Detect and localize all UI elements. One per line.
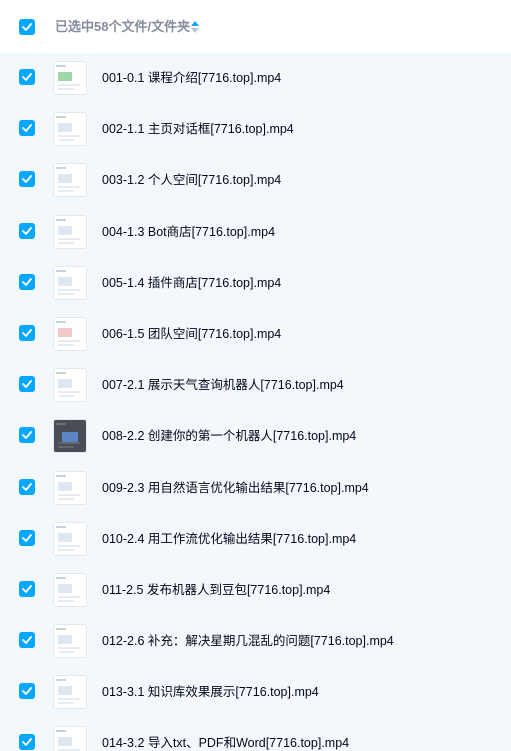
file-name[interactable]: 010-2.4 用工作流优化输出结果[7716.top].mp4 — [102, 531, 356, 547]
file-checkbox[interactable] — [19, 580, 35, 597]
file-row[interactable]: 007-2.1 展示天气查询机器人[7716.top].mp4 — [0, 360, 511, 411]
file-list-panel: 已选中58个文件/文件夹 001-0.1 课程介绍[7716.top].mp4 0… — [0, 0, 511, 751]
check-icon — [22, 431, 32, 440]
file-row[interactable]: 005-1.4 插件商店[7716.top].mp4 — [0, 258, 511, 309]
file-checkbox[interactable] — [19, 734, 35, 751]
check-icon — [22, 482, 32, 491]
video-thumbnail[interactable] — [54, 317, 86, 350]
file-name[interactable]: 014-3.2 导入txt、PDF和Word[7716.top].mp4 — [102, 735, 349, 751]
selection-header: 已选中58个文件/文件夹 — [0, 0, 511, 53]
file-checkbox[interactable] — [19, 69, 35, 85]
selected-count-label: 已选中58个文件/文件夹 — [55, 19, 191, 34]
video-thumbnail[interactable] — [54, 113, 86, 146]
check-icon — [22, 73, 32, 81]
file-checkbox[interactable] — [19, 171, 35, 188]
file-checkbox[interactable] — [19, 273, 35, 290]
file-name[interactable]: 004-1.3 Bot商店[7716.top].mp4 — [102, 224, 275, 240]
video-thumbnail[interactable] — [54, 522, 86, 555]
check-icon — [22, 380, 32, 389]
check-icon — [22, 175, 32, 184]
file-row[interactable]: 014-3.2 导入txt、PDF和Word[7716.top].mp4 — [0, 718, 511, 751]
file-name[interactable]: 003-1.2 个人空间[7716.top].mp4 — [102, 172, 281, 188]
check-icon — [22, 533, 32, 542]
video-thumbnail[interactable] — [54, 573, 86, 606]
file-name[interactable]: 002-1.1 主页对话框[7716.top].mp4 — [102, 121, 294, 137]
video-thumbnail[interactable] — [54, 266, 86, 299]
file-row[interactable]: 003-1.2 个人空间[7716.top].mp4 — [0, 155, 511, 206]
file-checkbox[interactable] — [19, 683, 35, 700]
file-name[interactable]: 006-1.5 团队空间[7716.top].mp4 — [102, 326, 281, 342]
file-row[interactable]: 004-1.3 Bot商店[7716.top].mp4 — [0, 207, 511, 258]
file-row[interactable]: 012-2.6 补充：解决星期几混乱的问题[7716.top].mp4 — [0, 616, 511, 667]
file-row[interactable]: 001-0.1 课程介绍[7716.top].mp4 — [0, 53, 511, 104]
file-checkbox[interactable] — [19, 478, 35, 495]
file-name[interactable]: 009-2.3 用自然语言优化输出结果[7716.top].mp4 — [102, 480, 369, 496]
file-checkbox[interactable] — [19, 324, 35, 341]
file-name[interactable]: 012-2.6 补充：解决星期几混乱的问题[7716.top].mp4 — [102, 633, 394, 649]
file-row[interactable]: 008-2.2 创建你的第一个机器人[7716.top].mp4 — [0, 411, 511, 462]
check-icon — [22, 124, 32, 133]
file-name[interactable]: 001-0.1 课程介绍[7716.top].mp4 — [102, 70, 281, 86]
file-row[interactable]: 013-3.1 知识库效果展示[7716.top].mp4 — [0, 667, 511, 718]
file-name[interactable]: 008-2.2 创建你的第一个机器人[7716.top].mp4 — [102, 428, 356, 444]
check-icon — [22, 636, 32, 644]
select-all-checkbox[interactable] — [19, 19, 35, 35]
file-checkbox[interactable] — [19, 120, 35, 137]
video-thumbnail[interactable] — [54, 727, 86, 751]
file-name[interactable]: 011-2.5 发布机器人到豆包[7716.top].mp4 — [102, 582, 330, 598]
video-thumbnail[interactable] — [54, 215, 86, 248]
file-row[interactable]: 002-1.1 主页对话框[7716.top].mp4 — [0, 104, 511, 155]
check-icon — [22, 277, 32, 286]
file-row[interactable]: 009-2.3 用自然语言优化输出结果[7716.top].mp4 — [0, 463, 511, 514]
video-thumbnail[interactable] — [54, 369, 86, 402]
video-thumbnail[interactable] — [54, 164, 86, 197]
file-checkbox[interactable] — [19, 632, 35, 649]
video-thumbnail[interactable] — [54, 471, 86, 504]
video-thumbnail[interactable] — [54, 62, 86, 94]
file-name[interactable]: 013-3.1 知识库效果展示[7716.top].mp4 — [102, 684, 319, 700]
video-thumbnail[interactable] — [54, 625, 86, 658]
file-checkbox[interactable] — [19, 376, 35, 393]
check-icon — [22, 584, 32, 593]
file-checkbox[interactable] — [19, 222, 35, 239]
file-list: 001-0.1 课程介绍[7716.top].mp4 002-1.1 主页对话框[… — [0, 53, 511, 751]
file-name[interactable]: 007-2.1 展示天气查询机器人[7716.top].mp4 — [102, 377, 344, 393]
check-icon — [22, 226, 32, 235]
file-row[interactable]: 011-2.5 发布机器人到豆包[7716.top].mp4 — [0, 565, 511, 616]
file-checkbox[interactable] — [19, 529, 35, 546]
file-name[interactable]: 005-1.4 插件商店[7716.top].mp4 — [102, 275, 281, 291]
file-row[interactable]: 010-2.4 用工作流优化输出结果[7716.top].mp4 — [0, 514, 511, 565]
check-icon — [22, 687, 32, 696]
check-icon — [22, 23, 32, 31]
file-checkbox[interactable] — [19, 427, 35, 444]
check-icon — [22, 738, 32, 747]
video-thumbnail[interactable] — [54, 676, 86, 709]
sort-icon[interactable] — [190, 20, 200, 34]
file-row[interactable]: 006-1.5 团队空间[7716.top].mp4 — [0, 309, 511, 360]
video-thumbnail[interactable] — [54, 420, 86, 453]
check-icon — [22, 329, 32, 337]
